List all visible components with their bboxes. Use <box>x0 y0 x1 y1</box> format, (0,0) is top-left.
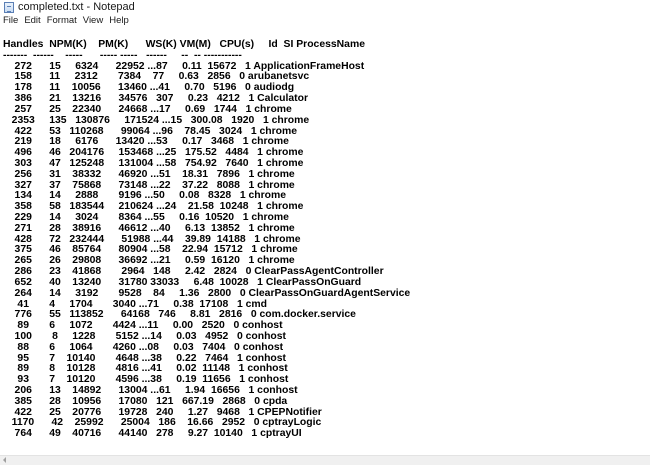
process-line: 256 31 38332 46920 ...51 18.31 7896 1 ch… <box>3 168 295 180</box>
separator-line: ------- ------ ----- ----- ----- ------ … <box>3 49 242 61</box>
menu-view[interactable]: View <box>80 14 106 27</box>
menu-format[interactable]: Format <box>44 14 80 27</box>
scroll-left-icon[interactable] <box>3 457 6 463</box>
title-bar[interactable]: completed.txt - Notepad <box>0 0 650 14</box>
menu-file[interactable]: File <box>0 14 21 27</box>
menu-help[interactable]: Help <box>106 14 132 27</box>
process-line: 271 28 38916 46612 ...40 6.13 13852 1 ch… <box>3 222 295 234</box>
window-title: completed.txt - Notepad <box>18 1 135 13</box>
process-line: 88 6 1064 4260 ...08 0.03 7404 0 conhost <box>3 341 284 353</box>
document-text[interactable]: Handles NPM(K) PM(K) WS(K) VM(M) CPU(s) … <box>3 39 646 440</box>
process-line: 264 14 3192 9528 84 1.36 2800 0 ClearPas… <box>3 287 411 299</box>
menu-bar: File Edit Format View Help <box>0 14 650 27</box>
process-line: 764 49 40716 44140 278 9.27 10140 1 cptr… <box>3 428 302 440</box>
horizontal-scrollbar[interactable] <box>0 455 650 465</box>
menu-edit[interactable]: Edit <box>21 14 43 27</box>
notepad-icon <box>4 1 14 13</box>
process-line: 385 28 10956 17080 121 667.19 2868 0 cpd… <box>3 395 288 407</box>
text-editor[interactable]: Handles NPM(K) PM(K) WS(K) VM(M) CPU(s) … <box>0 29 650 455</box>
process-line: 2353 135 130876 171524 ...15 300.08 1920… <box>3 114 310 126</box>
